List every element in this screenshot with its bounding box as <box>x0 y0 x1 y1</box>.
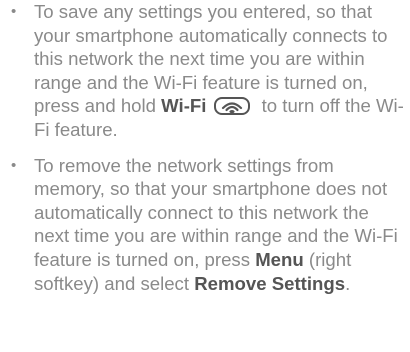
manual-page: • To save any settings you entered, so t… <box>0 0 410 352</box>
wifi-term: Wi-Fi <box>161 95 207 117</box>
bullet-marker: • <box>11 156 17 174</box>
list-item: • To save any settings you entered, so t… <box>0 0 410 142</box>
bullet-marker: • <box>11 3 17 20</box>
instruction-text-end: . <box>345 272 351 294</box>
remove-settings-term: Remove Settings <box>194 272 346 294</box>
menu-term: Menu <box>255 248 304 270</box>
instruction-list: • To save any settings you entered, so t… <box>0 0 410 295</box>
list-item: • To remove the network settings from me… <box>0 154 410 296</box>
wifi-key-icon <box>214 97 251 116</box>
